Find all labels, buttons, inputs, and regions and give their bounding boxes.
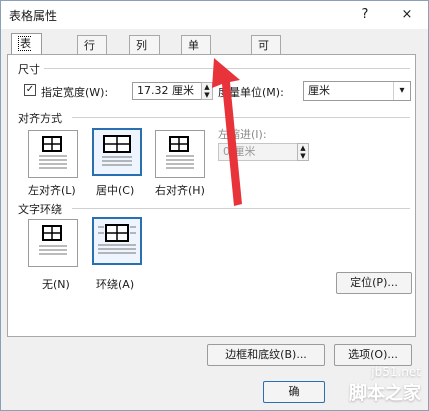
dialog-title: 表格属性 [9, 9, 58, 23]
annotation-arrow [212, 58, 242, 206]
align-center-icon [102, 135, 132, 166]
measure-select-value: 厘米 [308, 84, 330, 97]
preferred-width-input[interactable]: 17.32 厘米 [132, 82, 202, 100]
close-icon[interactable]: × [397, 5, 417, 25]
wrap-none-label: 无(N) [42, 278, 70, 291]
chevron-down-icon: ▾ [393, 82, 410, 100]
title-bar: 表格属性 ? × [1, 1, 428, 29]
align-left-label: 左对齐(L) [28, 184, 76, 197]
tab-alt-text[interactable]: 可选文字(A) [251, 35, 282, 128]
help-icon[interactable]: ? [355, 5, 375, 25]
align-left-icon [39, 136, 67, 169]
wrap-around-button[interactable] [92, 217, 142, 265]
tab-row[interactable]: 行(R) [77, 35, 108, 71]
size-section-title: 尺寸 [18, 63, 40, 76]
preferred-width-checkbox[interactable]: ✓ [24, 84, 36, 96]
borders-shading-button[interactable]: 边框和底纹(B)... [207, 344, 325, 366]
tab-column[interactable]: 列(U) [129, 35, 160, 71]
measure-select[interactable]: 厘米 ▾ [303, 81, 411, 101]
align-left-button[interactable] [28, 130, 78, 178]
wrap-around-label: 环绕(A) [96, 278, 135, 291]
wrap-around-icon [98, 224, 136, 254]
align-right-icon [166, 136, 194, 169]
options-button[interactable]: 选项(O)... [334, 344, 412, 366]
wrapping-section-title: 文字环绕 [18, 203, 62, 216]
align-center-button[interactable] [92, 128, 142, 176]
ok-button[interactable]: 确 [263, 381, 325, 403]
tab-table[interactable]: 表格(T) [11, 33, 43, 89]
align-center-label: 居中(C) [96, 184, 135, 197]
watermark-url: jb51.net [371, 365, 421, 379]
positioning-button[interactable]: 定位(P)... [336, 272, 412, 294]
preferred-width-label: 指定宽度(W): [41, 86, 109, 99]
wrap-none-button[interactable] [28, 219, 78, 267]
alignment-section-title: 对齐方式 [18, 112, 62, 125]
wrap-none-icon [39, 225, 67, 255]
align-right-button[interactable] [155, 130, 205, 178]
align-right-label: 右对齐(H) [155, 184, 205, 197]
watermark-brand: 脚本之家 [349, 383, 421, 404]
tab-cell[interactable]: 单元格(E) [181, 35, 211, 109]
indent-stepper[interactable]: ▲ ▼ [297, 143, 309, 161]
site-watermark: jb51.net 脚本之家 [349, 365, 421, 405]
